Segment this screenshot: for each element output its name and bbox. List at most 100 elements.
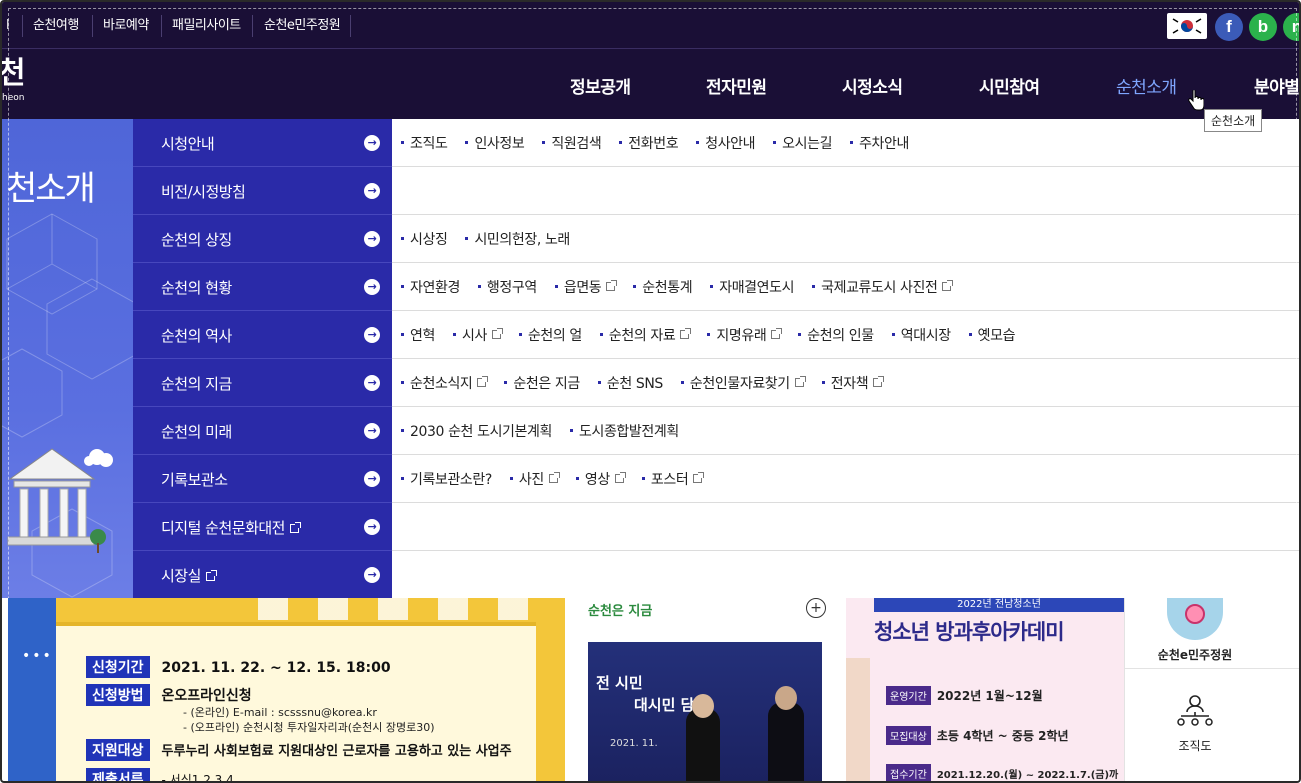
mega-menu: 천소개 시청안내 → 비전/시정방침 → 순천의 상징 → 순천의 현황 → 순천의 역사 → 순천… bbox=[2, 119, 1299, 599]
gnb-item-city-news[interactable]: 시정소식 bbox=[842, 73, 903, 98]
mega-submenu-text: 조직도 bbox=[410, 135, 448, 152]
mega-category-label: 순천의 상징 bbox=[161, 229, 232, 250]
external-link-icon bbox=[873, 376, 885, 387]
mega-submenu-link[interactable]: 순천통계 bbox=[633, 277, 692, 297]
gnb-item-by-field[interactable]: 분야별 bbox=[1254, 73, 1299, 98]
util-fragment: l bbox=[6, 18, 10, 33]
mega-submenu-link[interactable]: 인사정보 bbox=[465, 133, 524, 153]
mega-submenu-link[interactable]: 청사안내 bbox=[696, 133, 755, 153]
external-link-icon bbox=[491, 328, 503, 339]
quick-link-org-chart[interactable]: 조직도 bbox=[1125, 694, 1265, 754]
mega-submenu-link[interactable]: 연혁 bbox=[401, 325, 435, 345]
more-button[interactable]: + bbox=[806, 598, 826, 618]
mega-submenu-panel: 조직도 인사정보 직원검색 전화번호 청사안내 오시는길 주차안내시상징 시민의헌장, 노래자… bbox=[392, 119, 1299, 598]
quick-links: 순천e민주정원 조직도 bbox=[1124, 598, 1299, 781]
mega-submenu-link[interactable]: 지명유래 bbox=[707, 325, 783, 345]
mega-submenu-link[interactable]: 전자책 bbox=[822, 373, 885, 393]
mega-submenu-text: 청사안내 bbox=[705, 135, 756, 152]
mega-submenu-link[interactable]: 순천의 자료 bbox=[600, 325, 692, 345]
mega-submenu-link[interactable]: 사진 bbox=[510, 469, 560, 489]
util-link-democracy-garden[interactable]: 순천e민주정원 bbox=[264, 14, 341, 38]
mega-category-text: 순천의 미래 bbox=[161, 423, 232, 441]
mega-category[interactable]: 시청안내 → bbox=[133, 119, 392, 167]
external-link-icon bbox=[205, 570, 217, 581]
mega-category-text: 기록보관소 bbox=[161, 471, 228, 489]
mega-category[interactable]: 시장실 → bbox=[133, 551, 392, 599]
mega-category[interactable]: 순천의 지금 → bbox=[133, 359, 392, 407]
mega-submenu-row: 자연환경 행정구역 읍면동 순천통계 자매결연도시 국제교류도시 사진전 bbox=[392, 263, 1299, 311]
mega-submenu-link[interactable]: 포스터 bbox=[642, 469, 705, 489]
banner-row-target: 지원대상 두루누리 사회보험료 지원대상인 근로자를 고용하고 있는 사업주 bbox=[86, 739, 512, 761]
site-logo[interactable]: 천 heon bbox=[2, 59, 26, 104]
gnb-item-about-suncheon[interactable]: 순천소개 bbox=[1116, 73, 1177, 98]
arrow-right-icon: → bbox=[364, 375, 380, 391]
mega-submenu-link[interactable]: 시사 bbox=[453, 325, 503, 345]
mega-submenu-text: 순천통계 bbox=[642, 279, 693, 296]
banner-row-period: 신청기간 2021. 11. 22. ~ 12. 15. 18:00 bbox=[86, 656, 391, 678]
mega-submenu-row bbox=[392, 551, 1299, 599]
korea-flag-icon[interactable] bbox=[1167, 13, 1207, 39]
mega-submenu-link[interactable]: 역대시장 bbox=[892, 325, 951, 345]
mega-category[interactable]: 순천의 역사 → bbox=[133, 311, 392, 359]
mega-submenu-text: 주차안내 bbox=[859, 135, 909, 152]
mega-submenu-link[interactable]: 순천소식지 bbox=[401, 373, 489, 393]
mega-submenu-link[interactable]: 도시종합발전계획 bbox=[570, 421, 679, 441]
mega-category[interactable]: 순천의 상징 → bbox=[133, 215, 392, 263]
mega-submenu-link[interactable]: 시민의헌장, 노래 bbox=[465, 229, 570, 249]
mega-submenu-link[interactable]: 조직도 bbox=[401, 133, 448, 153]
mega-submenu-link[interactable]: 자매결연도시 bbox=[710, 277, 794, 297]
mega-submenu-link[interactable]: 순천의 인물 bbox=[798, 325, 874, 345]
util-link-travel[interactable]: 순천여행 bbox=[33, 14, 79, 38]
gnb-item-e-civil[interactable]: 전자민원 bbox=[706, 73, 767, 98]
util-divider bbox=[350, 15, 351, 37]
arrow-right-icon: → bbox=[364, 471, 380, 487]
mega-submenu-text: 전화번호 bbox=[628, 135, 679, 152]
gnb-item-participation[interactable]: 시민참여 bbox=[979, 73, 1040, 98]
academy-banner[interactable]: 2022년 전남청소년 청소년 방과후아카데미 운영기간 2022년 1월~12월… bbox=[846, 598, 1124, 781]
external-link-icon bbox=[614, 472, 626, 483]
mega-category-label: 순천의 현황 bbox=[161, 277, 232, 298]
mega-category[interactable]: 기록보관소 → bbox=[133, 455, 392, 503]
arrow-right-icon: → bbox=[364, 519, 380, 535]
news-photo[interactable]: 전 시민 대시민 담 2021. 11. bbox=[588, 642, 822, 781]
mega-submenu-link[interactable]: 오시는길 bbox=[773, 133, 832, 153]
kakao-icon[interactable]: n bbox=[1283, 13, 1299, 41]
gnb-item-info-disclosure[interactable]: 정보공개 bbox=[570, 73, 631, 98]
mega-submenu-link[interactable]: 행정구역 bbox=[478, 277, 537, 297]
mega-category-label: 비전/시정방침 bbox=[161, 181, 246, 202]
mega-submenu-link[interactable]: 순천인물자료찾기 bbox=[681, 373, 806, 393]
quick-link-democracy-garden[interactable]: 순천e민주정원 bbox=[1125, 598, 1265, 663]
mega-submenu-link[interactable]: 순천의 얼 bbox=[519, 325, 582, 345]
mega-submenu-text: 옛모습 bbox=[977, 327, 1016, 344]
mega-submenu-link[interactable]: 옛모습 bbox=[969, 325, 1016, 345]
band-icon[interactable]: b bbox=[1249, 13, 1277, 41]
mega-submenu-link[interactable]: 기록보관소란? bbox=[401, 469, 492, 489]
mega-category[interactable]: 순천의 현황 → bbox=[133, 263, 392, 311]
mega-submenu-link[interactable]: 주차안내 bbox=[850, 133, 909, 153]
mega-submenu-link[interactable]: 국제교류도시 사진전 bbox=[812, 277, 954, 297]
recruitment-banner[interactable]: ••• 신청기간 2021. 11. 22. ~ 12. 15. 18:00 신청… bbox=[8, 598, 565, 781]
mega-category[interactable]: 순천의 미래 → bbox=[133, 407, 392, 455]
mega-submenu-link[interactable]: 직원검색 bbox=[542, 133, 601, 153]
util-link-family-site[interactable]: 패밀리사이트 bbox=[172, 14, 241, 38]
mega-category-text: 순천의 현황 bbox=[161, 279, 232, 297]
util-link-reservation[interactable]: 바로예약 bbox=[103, 14, 149, 38]
mega-category[interactable]: 디지털 순천문화대전 → bbox=[133, 503, 392, 551]
mega-submenu-link[interactable]: 시상징 bbox=[401, 229, 448, 249]
mega-submenu-link[interactable]: 읍면동 bbox=[555, 277, 618, 297]
external-link-icon bbox=[942, 280, 954, 291]
mega-submenu-link[interactable]: 2030 순천 도시기본계획 bbox=[401, 421, 552, 441]
mega-submenu-link[interactable]: 순천 SNS bbox=[598, 373, 663, 393]
external-link-icon bbox=[794, 376, 806, 387]
mega-category[interactable]: 비전/시정방침 → bbox=[133, 167, 392, 215]
mega-submenu-link[interactable]: 순천은 지금 bbox=[504, 373, 580, 393]
external-link-icon bbox=[771, 328, 783, 339]
academy-row-apply: 접수기간2021.12.20.(월) ~ 2022.1.7.(금)까지 선착순 … bbox=[886, 764, 1124, 781]
mega-submenu-link[interactable]: 전화번호 bbox=[619, 133, 678, 153]
facebook-icon[interactable]: f bbox=[1215, 13, 1243, 41]
quick-divider bbox=[1125, 668, 1299, 669]
mega-submenu-link[interactable]: 자연환경 bbox=[401, 277, 460, 297]
mega-submenu-text: 사진 bbox=[518, 471, 544, 488]
mega-submenu-link[interactable]: 영상 bbox=[576, 469, 626, 489]
external-link-icon bbox=[548, 472, 560, 483]
